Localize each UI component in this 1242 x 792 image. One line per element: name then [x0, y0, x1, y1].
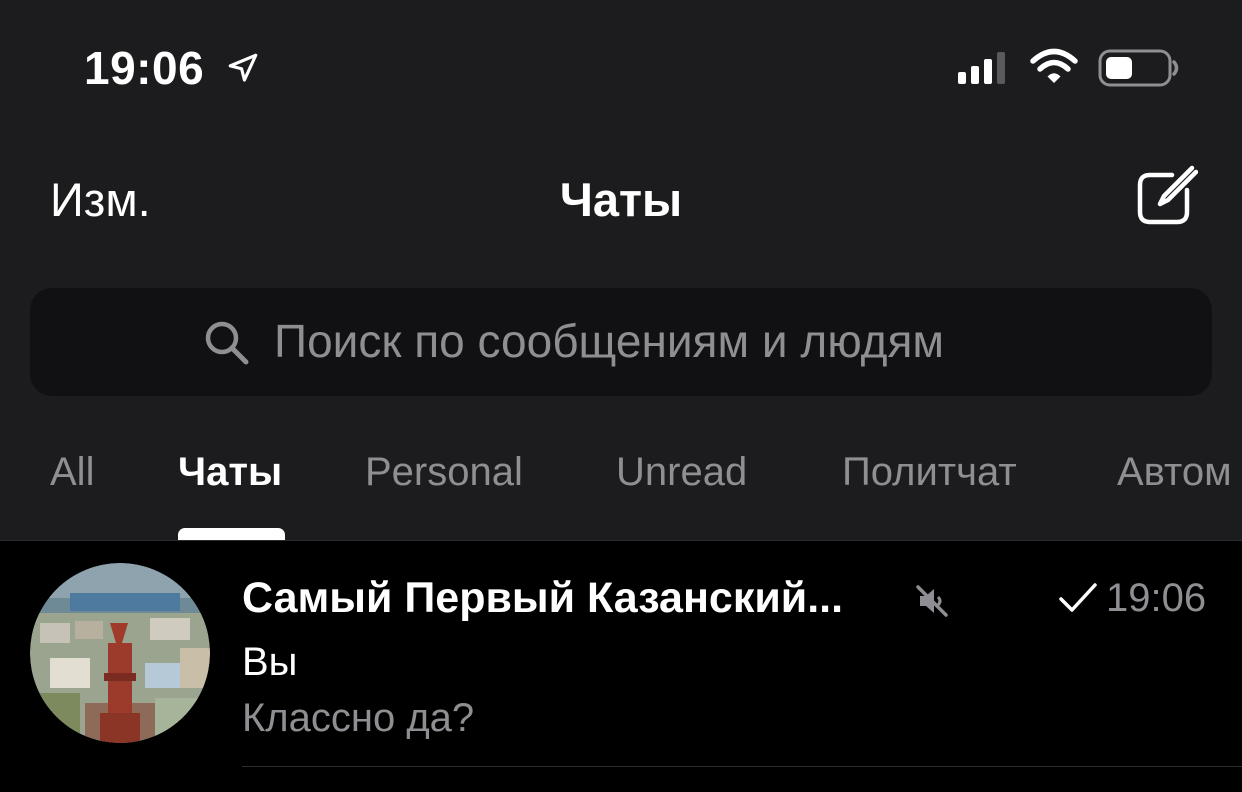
chat-last-message: Классно да? [242, 696, 475, 740]
tab-all[interactable]: All [50, 446, 94, 498]
wifi-icon [1030, 48, 1078, 83]
search-icon [205, 321, 249, 365]
search-placeholder: Поиск по сообщениям и людям [274, 315, 945, 367]
chat-row[interactable]: Самый Первый Казанский... 19:06 Вы Класс… [0, 541, 1242, 767]
battery-icon [1098, 49, 1179, 87]
location-arrow-icon [228, 53, 258, 82]
tab-chats[interactable]: Чаты [178, 446, 282, 498]
status-time: 19:06 [84, 42, 205, 94]
tab-avtom[interactable]: Автом [1117, 446, 1232, 498]
read-check-icon [1059, 583, 1097, 612]
compose-icon[interactable] [1134, 164, 1198, 228]
row-divider [242, 766, 1242, 767]
chat-sender: Вы [242, 640, 298, 684]
page-title: Чаты [559, 173, 683, 226]
avatar [30, 563, 210, 743]
tab-unread[interactable]: Unread [616, 446, 747, 498]
chat-time: 19:06 [1106, 576, 1207, 620]
chat-title: Самый Первый Казанский... [242, 574, 844, 622]
tab-personal[interactable]: Personal [365, 446, 523, 498]
cellular-signal-icon [958, 52, 1005, 84]
muted-speaker-icon [916, 585, 948, 617]
tab-politchat[interactable]: Политчат [842, 446, 1017, 498]
chat-list: Самый Первый Казанский... 19:06 Вы Класс… [0, 541, 1242, 792]
telegram-chats-screen: 19:06 Изм. Чаты Поиск по сообщениям и лю… [0, 0, 1242, 792]
